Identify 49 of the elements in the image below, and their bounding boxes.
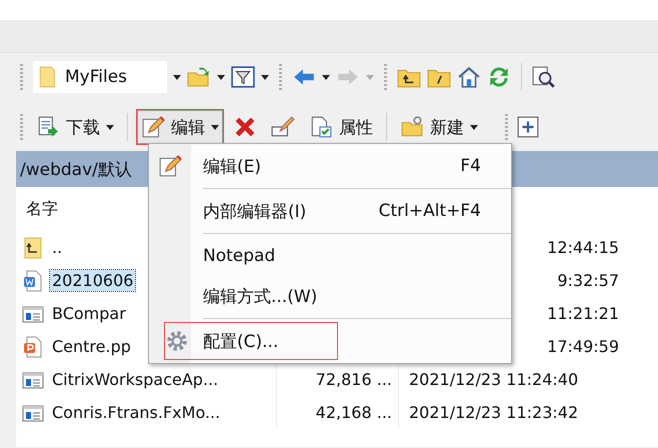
home-icon[interactable] bbox=[457, 65, 481, 89]
pencil-icon bbox=[158, 154, 182, 178]
file-date: 11:21:21 bbox=[547, 304, 619, 323]
caret-icon bbox=[106, 124, 114, 130]
toolbar-button[interactable]: 下载 bbox=[31, 109, 119, 145]
file-name[interactable]: .. bbox=[50, 237, 64, 258]
menu-item[interactable]: 内部编辑器(I) Ctrl+Alt+F4 bbox=[149, 191, 511, 231]
new-folder-icon bbox=[400, 115, 424, 139]
location-combo[interactable]: MyFiles bbox=[33, 61, 167, 93]
download-icon bbox=[36, 115, 60, 139]
caret-icon bbox=[322, 74, 330, 80]
folder-sync-icon[interactable] bbox=[187, 65, 211, 89]
toolbar-button[interactable]: 新建 bbox=[395, 109, 483, 145]
properties-icon bbox=[309, 115, 333, 139]
powerpoint-file-icon bbox=[22, 336, 44, 358]
word-file-icon bbox=[22, 270, 44, 292]
menu-item[interactable]: 配置(C)... bbox=[163, 321, 339, 361]
file-date: 9:32:57 bbox=[557, 271, 619, 290]
file-name[interactable]: CitrixWorkspaceAp... bbox=[50, 369, 220, 390]
toolbar-button[interactable]: 编辑 bbox=[136, 109, 224, 145]
parent-folder-icon bbox=[22, 236, 44, 258]
file-name[interactable]: 20210606 bbox=[50, 270, 136, 291]
filter-icon[interactable] bbox=[231, 65, 255, 89]
file-date: 17:49:59 bbox=[547, 337, 619, 356]
caret-icon bbox=[211, 124, 219, 130]
menu-item[interactable]: 编辑方式...(W) bbox=[149, 276, 511, 316]
file-name[interactable]: Centre.pp bbox=[50, 336, 133, 357]
menu-item[interactable]: 编辑(E) F4 bbox=[149, 146, 511, 186]
path-text: /webdav/默认 bbox=[20, 158, 132, 180]
menu-item[interactable]: Notepad bbox=[149, 236, 511, 276]
file-size: 42,168 ... bbox=[316, 403, 392, 422]
file-size: 72,816 ... bbox=[316, 370, 392, 389]
gear-icon bbox=[165, 329, 189, 353]
search-icon[interactable] bbox=[532, 65, 556, 89]
plus-icon[interactable] bbox=[516, 115, 540, 139]
file-date: 2021/12/23 11:24:40 bbox=[409, 370, 578, 389]
caret-icon bbox=[366, 74, 374, 80]
caret-icon bbox=[173, 74, 181, 80]
rename-icon bbox=[271, 115, 295, 139]
file-name[interactable]: Conris.Ftrans.FxMo... bbox=[50, 402, 222, 423]
caret-icon bbox=[217, 74, 225, 80]
file-date: 12:44:15 bbox=[547, 238, 619, 257]
file-date: 2021/12/23 11:23:42 bbox=[409, 403, 578, 422]
pencil-icon bbox=[141, 115, 165, 139]
caret-icon bbox=[470, 124, 478, 130]
column-header[interactable]: 名字 bbox=[16, 198, 58, 220]
file-name[interactable]: BCompar bbox=[50, 303, 128, 324]
caret-icon bbox=[261, 74, 269, 80]
delete-icon bbox=[233, 115, 257, 139]
